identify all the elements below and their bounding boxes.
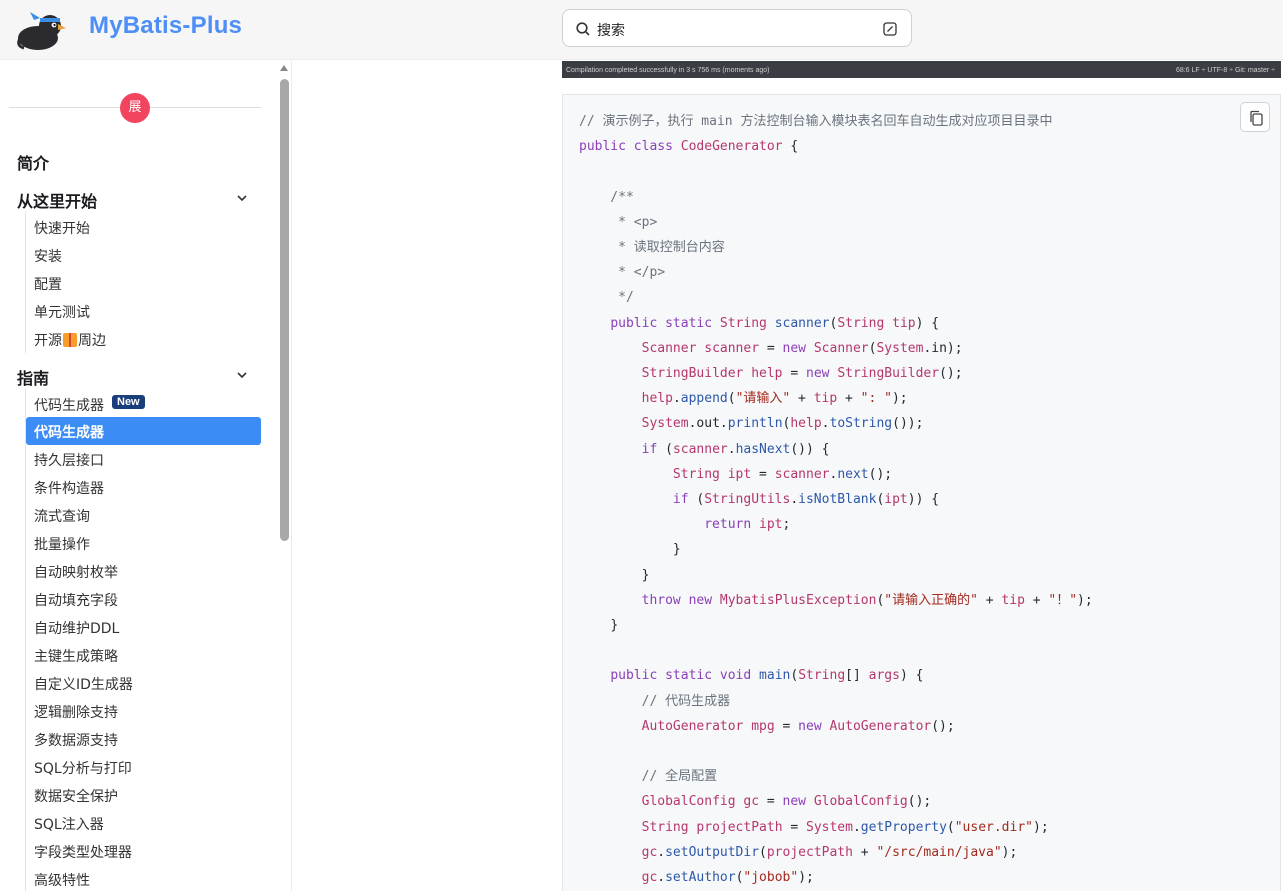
- sidebar-item-type-handler[interactable]: 字段类型处理器: [34, 842, 132, 862]
- sidebar-item-data-security[interactable]: 数据安全保护: [34, 786, 118, 806]
- copy-code-button[interactable]: [1240, 102, 1270, 132]
- sidebar-item-custom-id[interactable]: 自定义ID生成器: [34, 674, 133, 694]
- gift-icon: [63, 333, 77, 347]
- sidebar-item-sql-injector[interactable]: SQL注入器: [34, 814, 104, 834]
- search-box[interactable]: 搜索: [562, 9, 912, 47]
- sidebar-item-install[interactable]: 安装: [34, 246, 62, 266]
- sidebar-item-key-strategy[interactable]: 主键生成策略: [34, 646, 118, 666]
- section-guide-line: [25, 388, 26, 891]
- chevron-down-icon[interactable]: [236, 369, 248, 381]
- sidebar-scrollbar-thumb[interactable]: [280, 79, 289, 541]
- sidebar-item-logic-delete[interactable]: 逻辑删除支持: [34, 702, 118, 722]
- sidebar-item-persistence-interface[interactable]: 持久层接口: [34, 450, 104, 470]
- sidebar-item-batch-ops[interactable]: 批量操作: [34, 534, 90, 554]
- copy-icon: [1250, 110, 1263, 126]
- code-content: // 演示例子，执行 main 方法控制台输入模块表名回车自动生成对应项目目录中…: [579, 114, 1093, 886]
- sidebar-item-code-generator-new[interactable]: 代码生成器: [34, 395, 104, 415]
- search-icon: [576, 22, 590, 36]
- shortcut-key-icon: [883, 22, 897, 36]
- sidebar-item-auto-fill[interactable]: 自动填充字段: [34, 590, 118, 610]
- sidebar-item-stream-query[interactable]: 流式查询: [34, 506, 90, 526]
- ide-status-right: 68:6 LF ÷ UTF-8 ÷ Git: master ÷: [1175, 67, 1275, 74]
- code-block: // 演示例子，执行 main 方法控制台输入模块表名回车自动生成对应项目目录中…: [562, 94, 1281, 891]
- sidebar-item-query-wrapper[interactable]: 条件构造器: [34, 478, 104, 498]
- sidebar-item-config[interactable]: 配置: [34, 274, 62, 294]
- sidebar-item-unit-test[interactable]: 单元测试: [34, 302, 90, 322]
- search-placeholder: 搜索: [597, 23, 625, 39]
- sidebar-item-enum-mapping[interactable]: 自动映射枚举: [34, 562, 118, 582]
- ide-status-text: Compilation completed successfully in 3 …: [566, 67, 770, 74]
- sidebar-section-intro[interactable]: 简介: [17, 150, 49, 174]
- sidebar-item-open-source-label: 开源: [34, 333, 62, 349]
- sidebar-item-code-generator-active[interactable]: 代码生成器: [34, 422, 104, 442]
- sidebar-item-sql-analysis[interactable]: SQL分析与打印: [34, 758, 132, 778]
- sidebar-section-getting-started[interactable]: 从这里开始: [17, 188, 97, 212]
- sidebar-item-advanced[interactable]: 高级特性: [34, 870, 90, 890]
- sidebar-item-open-source[interactable]: 开源 周边: [34, 330, 106, 350]
- top-nav: MyBatis-Plus 搜索: [0, 0, 1283, 60]
- new-badge: New: [112, 395, 145, 409]
- mybatis-bird-logo-icon[interactable]: [14, 8, 66, 52]
- site-brand[interactable]: MyBatis-Plus: [89, 12, 242, 40]
- chevron-down-icon[interactable]: [236, 192, 248, 204]
- expand-button[interactable]: 展: [120, 93, 150, 123]
- sidebar: 展 简介 从这里开始 快速开始 安装 配置 单元测试 开源 周边 指南 代码生成器…: [0, 61, 292, 891]
- sidebar-item-multi-datasource[interactable]: 多数据源支持: [34, 730, 118, 750]
- ide-screenshot-strip: Compilation completed successfully in 3 …: [562, 61, 1281, 78]
- sidebar-section-guide[interactable]: 指南: [17, 365, 49, 389]
- sidebar-item-quick-start[interactable]: 快速开始: [34, 218, 90, 238]
- scroll-up-arrow-icon[interactable]: [280, 65, 288, 71]
- section-guide-line: [25, 211, 26, 353]
- sidebar-item-auto-ddl[interactable]: 自动维护DDL: [34, 618, 119, 638]
- sidebar-item-around-label: 周边: [78, 333, 106, 349]
